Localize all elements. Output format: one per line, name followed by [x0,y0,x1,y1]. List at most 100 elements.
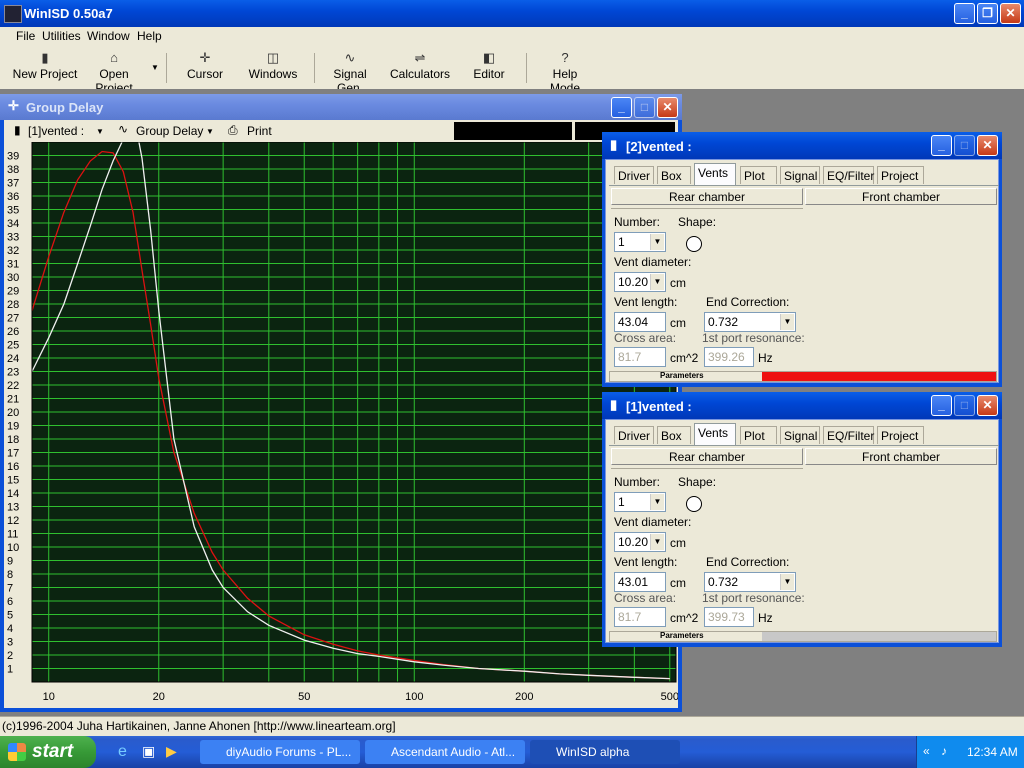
vent-diameter-select[interactable]: 10.20 ▼ [614,272,666,292]
tab-eq-filter[interactable]: EQ/Filter [823,166,874,184]
y-tick-label: 32 [7,245,19,257]
menu-window[interactable]: Window [87,29,130,43]
group-delay-title-bar[interactable]: ✛ Group Delay _ □ ✕ [0,94,682,120]
menu-file[interactable]: File [16,29,35,43]
y-tick-label: 37 [7,178,19,190]
project-select[interactable]: [1]vented : [28,124,84,138]
explorer-icon[interactable]: ▣ [142,743,155,760]
vents-minimize-button[interactable]: _ [931,395,952,416]
group-delay-close-button[interactable]: ✕ [657,97,678,118]
taskbar-item-diyaudio[interactable]: diyAudio Forums - PL... [200,740,360,764]
tab-driver[interactable]: Driver [614,426,654,444]
cross-area-field: 81.7 [614,607,666,627]
vents-maximize-button[interactable]: □ [954,135,975,156]
chevron-down-icon[interactable]: ▼ [780,574,794,590]
open-project-dropdown-icon[interactable]: ▼ [151,63,159,72]
cursor-button[interactable]: ✛ Cursor [180,49,230,85]
cross-area-value: 81.7 [618,610,642,624]
vents-title-bar[interactable]: ▮ [1]vented : _ □ ✕ [602,392,1002,419]
group-delay-chart[interactable]: 1234567891011121314151617181920212223242… [4,142,678,708]
parameters-bar: Parameters [609,631,997,642]
y-tick-label: 4 [7,623,13,635]
vents-minimize-button[interactable]: _ [931,135,952,156]
y-tick-label: 7 [7,583,13,595]
vent-length-input[interactable]: 43.01 [614,572,666,592]
front-chamber-button[interactable]: Front chamber [805,188,997,205]
calculators-button[interactable]: ⇌ Calculators [388,49,452,85]
vent-diameter-label: Vent diameter: [614,515,692,529]
tab-signal[interactable]: Signal [780,166,820,184]
signal-gen-button[interactable]: ∿ Signal Gen. [320,49,380,95]
vents-window-1: ▮ [1]vented : _ □ ✕ Driver Box Vents Plot Signal E… [602,392,1002,647]
clock[interactable]: 12:34 AM [967,745,1018,759]
start-button[interactable]: start [0,736,96,768]
cross-area-field: 81.7 [614,347,666,367]
tab-vents[interactable]: Vents [694,423,736,445]
vent-diameter-select[interactable]: 10.20 ▼ [614,532,666,552]
number-select[interactable]: 1 ▼ [614,492,666,512]
plot-type-select[interactable]: Group Delay [136,124,203,138]
vents-maximize-button[interactable]: □ [954,395,975,416]
open-project-button[interactable]: ⌂ Open Project [80,49,148,95]
tab-box[interactable]: Box [657,426,691,444]
status-bar: (c)1996-2004 Juha Hartikainen, Janne Aho… [0,716,1024,737]
y-tick-label: 10 [7,542,19,554]
print-button[interactable]: Print [247,124,272,138]
x-tick-label: 10 [43,691,55,703]
front-chamber-button[interactable]: Front chamber [805,448,997,465]
x-tick-label: 50 [298,691,310,703]
vents-close-button[interactable]: ✕ [977,135,998,156]
number-select[interactable]: 1 ▼ [614,232,666,252]
media-player-icon[interactable]: ▶ [166,743,177,760]
chevron-down-icon[interactable]: ▼ [780,314,794,330]
round-shape-icon[interactable] [686,236,702,252]
tab-eq-filter[interactable]: EQ/Filter [823,426,874,444]
new-project-button[interactable]: ▮ New Project [12,49,78,85]
round-shape-icon[interactable] [686,496,702,512]
tab-driver[interactable]: Driver [614,166,654,184]
tab-plot[interactable]: Plot [740,166,777,184]
vents-title-bar[interactable]: ▮ [2]vented : _ □ ✕ [602,132,1002,159]
vent-length-input[interactable]: 43.04 [614,312,666,332]
windows-button[interactable]: ◫ Windows [245,49,301,85]
group-delay-maximize-button[interactable]: □ [634,97,655,118]
menu-utilities[interactable]: Utilities [42,29,81,43]
chevron-down-icon[interactable]: ▼ [650,274,664,290]
main-title-bar[interactable]: WinISD 0.50a7 _ ❐ ✕ [0,0,1024,27]
tray-expand-icon[interactable]: « [923,744,930,758]
editor-button[interactable]: ◧ Editor [468,49,510,85]
y-tick-label: 6 [7,596,13,608]
end-correction-select[interactable]: 0.732 ▼ [704,312,796,332]
tab-vents[interactable]: Vents [694,163,736,185]
help-mode-button[interactable]: ? Help Mode [536,49,594,95]
taskbar-item-winisd[interactable]: WinISD alpha [530,740,680,764]
tab-project[interactable]: Project [877,166,924,184]
volume-icon[interactable]: ♪ [941,744,947,758]
group-delay-minimize-button[interactable]: _ [611,97,632,118]
taskbar-item-ascendant[interactable]: Ascendant Audio - Atl... [365,740,525,764]
end-correction-select[interactable]: 0.732 ▼ [704,572,796,592]
tab-project[interactable]: Project [877,426,924,444]
chevron-down-icon[interactable]: ▼ [650,494,664,510]
chevron-down-icon[interactable]: ▼ [650,234,664,250]
tab-plot[interactable]: Plot [740,426,777,444]
y-tick-label: 36 [7,191,19,203]
rear-chamber-button[interactable]: Rear chamber [611,448,803,465]
project-dropdown-icon[interactable]: ▼ [96,127,104,136]
plot-type-dropdown-icon[interactable]: ▼ [206,127,214,136]
ie-icon[interactable]: e [118,743,127,761]
rear-chamber-button[interactable]: Rear chamber [611,188,803,205]
cross-area-label: Cross area: [614,331,677,345]
project-icon: ▮ [610,137,618,152]
tab-box[interactable]: Box [657,166,691,184]
y-tick-label: 13 [7,502,19,514]
restore-button[interactable]: ❐ [977,3,998,24]
tab-signal[interactable]: Signal [780,426,820,444]
vents-close-button[interactable]: ✕ [977,395,998,416]
y-tick-label: 8 [7,569,13,581]
menu-help[interactable]: Help [137,29,162,43]
close-button[interactable]: ✕ [1000,3,1021,24]
minimize-button[interactable]: _ [954,3,975,24]
windows-logo-icon [8,743,26,761]
chevron-down-icon[interactable]: ▼ [650,534,664,550]
